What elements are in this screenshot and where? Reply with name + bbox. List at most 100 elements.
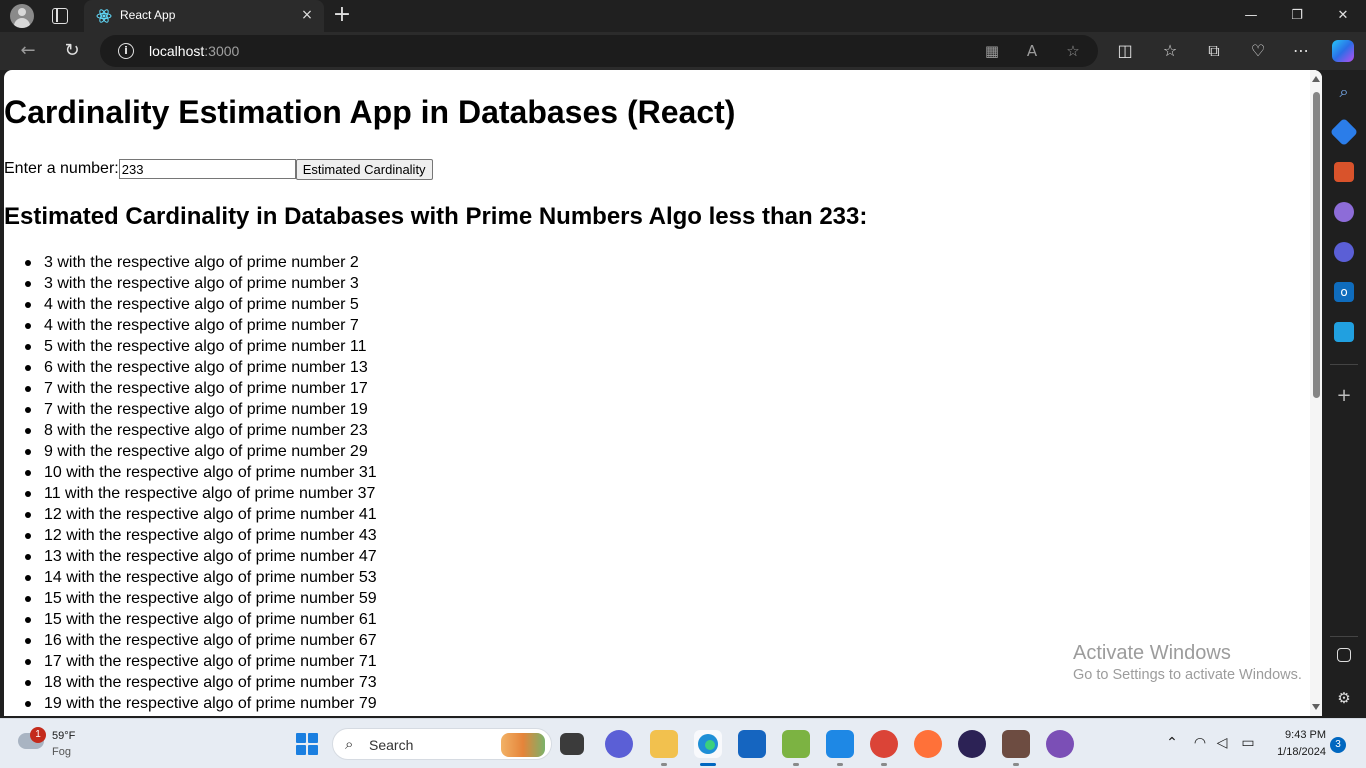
weather-temperature[interactable]: 59°F <box>52 730 75 742</box>
list-item: 9 with the respective algo of prime numb… <box>25 441 377 462</box>
tab-actions-icon[interactable] <box>52 8 68 24</box>
number-input[interactable] <box>118 159 296 179</box>
eclipse-icon[interactable] <box>958 730 986 758</box>
shopping-tag-icon[interactable] <box>1329 117 1359 147</box>
list-item: 4 with the respective algo of prime numb… <box>25 294 377 315</box>
new-tab-icon[interactable]: + <box>330 4 354 28</box>
estimate-cardinality-button[interactable]: Estimated Cardinality <box>295 158 433 180</box>
web-content: Cardinality Estimation App in Databases … <box>4 70 1322 716</box>
battery-icon[interactable]: ▭ <box>1238 733 1258 753</box>
list-item: 11 with the respective algo of prime num… <box>25 485 376 502</box>
list-item: 16 with the respective algo of prime num… <box>25 632 377 649</box>
list-item: 10 with the respective algo of prime num… <box>25 464 377 481</box>
search-highlight-image <box>501 733 545 757</box>
scroll-down-arrow-icon[interactable] <box>1312 704 1320 710</box>
react-page: Cardinality Estimation App in Databases … <box>4 70 1310 716</box>
list-item: 5 with the respective algo of prime numb… <box>25 336 377 357</box>
back-icon[interactable]: ← <box>16 39 40 63</box>
list-item: 13 with the respective algo of prime num… <box>25 548 377 565</box>
wifi-icon[interactable]: ◠ <box>1190 733 1210 753</box>
list-item: 14 with the respective algo of prime num… <box>25 569 377 586</box>
list-item: 8 with the respective algo of prime numb… <box>25 420 377 441</box>
url-port: :3000 <box>204 43 240 59</box>
collections-icon[interactable]: ⧉ <box>1202 39 1226 63</box>
task-view-icon[interactable] <box>560 733 584 755</box>
taskbar-search[interactable]: ⌕ Search <box>332 728 552 760</box>
more-icon[interactable]: ⋯ <box>1289 39 1313 63</box>
favorites-icon[interactable]: ☆ <box>1158 39 1182 63</box>
watermark-title: Activate Windows <box>1073 642 1231 664</box>
minimize-icon[interactable]: — <box>1228 0 1274 32</box>
tab-title: React App <box>120 8 176 22</box>
teams-chat-icon[interactable] <box>605 730 633 758</box>
site-info-icon[interactable]: i <box>118 43 134 59</box>
list-item: 12 with the respective algo of prime num… <box>25 527 377 544</box>
window-close-icon[interactable]: ✕ <box>1320 0 1366 32</box>
drop-icon[interactable] <box>1334 322 1354 342</box>
scroll-thumb[interactable] <box>1313 92 1320 398</box>
clock-time[interactable]: 9:43 PM <box>1266 729 1326 741</box>
browser-title-bar: React App × + — ❐ ✕ <box>0 0 1366 32</box>
sidebar-search-icon[interactable]: ⌕ <box>1334 82 1354 102</box>
sidebar-settings-icon[interactable]: ⚙ <box>1334 688 1354 708</box>
tab-close-icon[interactable]: × <box>300 8 314 22</box>
github-desktop-icon[interactable] <box>1046 730 1074 758</box>
list-item: 3 with the respective algo of prime numb… <box>25 252 377 273</box>
scroll-up-arrow-icon[interactable] <box>1312 76 1320 82</box>
results-list: 3 with the respective algo of prime numb… <box>25 252 377 714</box>
windows-start-icon[interactable] <box>296 733 318 755</box>
tab-react-app[interactable]: React App × <box>84 0 324 32</box>
running-indicator <box>1013 763 1019 766</box>
tools-icon[interactable] <box>1334 162 1354 182</box>
codeblocks-ide-icon[interactable] <box>1002 730 1030 758</box>
address-bar[interactable]: i localhost:3000 ▦ A ☆ <box>100 35 1098 67</box>
file-explorer-icon[interactable] <box>650 730 678 758</box>
list-item: 6 with the respective algo of prime numb… <box>25 357 377 378</box>
running-indicator <box>661 763 667 766</box>
edge-icon[interactable] <box>694 730 722 758</box>
profile-avatar-icon[interactable] <box>10 4 34 28</box>
games-icon[interactable] <box>1334 202 1354 222</box>
watermark-subtitle: Go to Settings to activate Windows. <box>1073 667 1302 683</box>
list-item: 7 with the respective algo of prime numb… <box>25 378 377 399</box>
number-form: Enter a number: Estimated Cardinality <box>4 158 433 180</box>
url-text[interactable]: localhost:3000 <box>149 43 239 59</box>
read-aloud-icon[interactable]: A <box>1020 39 1044 63</box>
running-indicator <box>881 763 887 766</box>
restore-icon[interactable]: ❐ <box>1274 0 1320 32</box>
show-hidden-icons-icon[interactable]: ⌃ <box>1162 733 1182 753</box>
results-heading: Estimated Cardinality in Databases with … <box>4 203 868 230</box>
browser-essentials-icon[interactable]: ♡ <box>1246 39 1270 63</box>
sidebar-add-icon[interactable]: + <box>1334 386 1354 406</box>
notification-badge[interactable]: 3 <box>1330 737 1346 753</box>
clock-date[interactable]: 1/18/2024 <box>1262 746 1326 758</box>
url-host: localhost <box>149 43 205 59</box>
notepad-plus-icon[interactable] <box>782 730 810 758</box>
list-item: 18 with the respective algo of prime num… <box>25 674 377 691</box>
favorite-star-icon[interactable]: ☆ <box>1061 39 1085 63</box>
firefox-icon[interactable] <box>914 730 942 758</box>
microsoft-store-icon[interactable] <box>738 730 766 758</box>
chrome-icon[interactable] <box>870 730 898 758</box>
weather-badge: 1 <box>30 727 46 743</box>
refresh-icon[interactable]: ↻ <box>60 39 84 63</box>
microsoft-365-icon[interactable] <box>1334 242 1354 262</box>
split-screen-icon[interactable]: ◫ <box>1113 39 1137 63</box>
list-item: 7 with the respective algo of prime numb… <box>25 399 377 420</box>
list-item: 15 with the respective algo of prime num… <box>25 611 377 628</box>
copilot-icon[interactable] <box>1332 40 1354 62</box>
volume-icon[interactable]: ◁ <box>1212 733 1232 753</box>
outlook-icon[interactable]: o <box>1334 282 1354 302</box>
search-icon: ⌕ <box>345 735 354 753</box>
weather-condition[interactable]: Fog <box>52 746 71 758</box>
list-item: 3 with the respective algo of prime numb… <box>25 273 377 294</box>
vertical-scrollbar[interactable] <box>1310 70 1322 716</box>
sidebar-divider <box>1330 364 1358 365</box>
list-item: 17 with the respective algo of prime num… <box>25 653 377 670</box>
vscode-icon[interactable] <box>826 730 854 758</box>
input-label: Enter a number: <box>4 160 119 177</box>
list-item: 4 with the respective algo of prime numb… <box>25 315 377 336</box>
app-available-icon[interactable]: ▦ <box>980 39 1004 63</box>
running-indicator <box>793 763 799 766</box>
hide-sidebar-icon[interactable] <box>1337 648 1351 662</box>
